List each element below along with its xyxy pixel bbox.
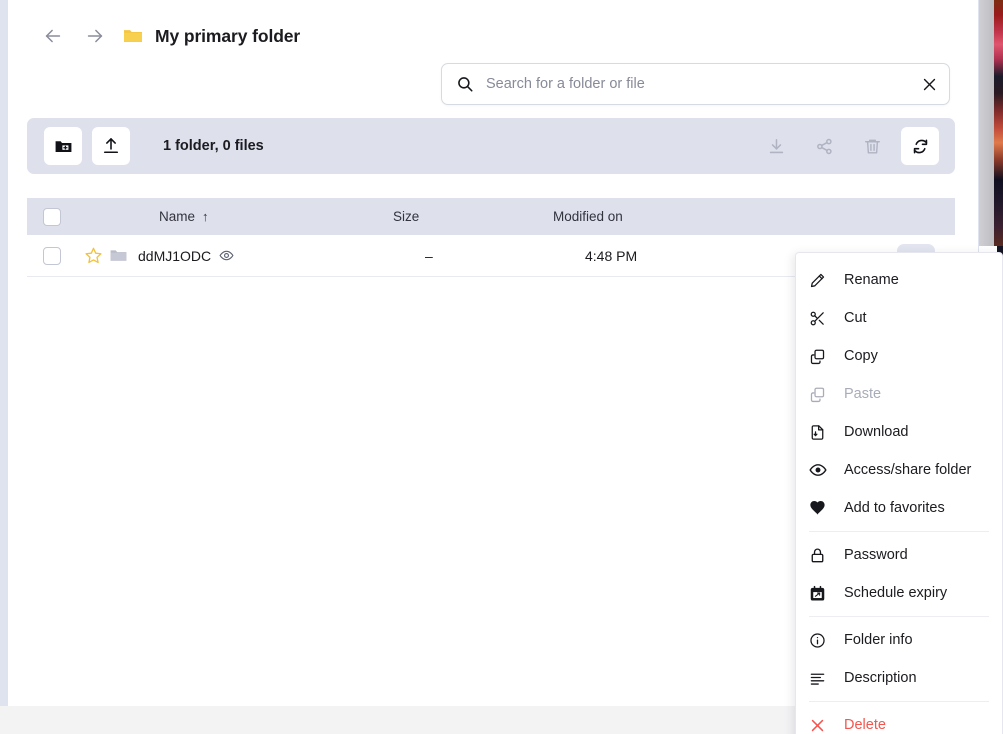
app-root: My primary folder Search for a folder or… [0,0,1003,734]
menu-item-label: Rename [844,272,899,288]
lock-icon [809,547,831,564]
menu-item-rename[interactable]: Rename [796,261,1002,299]
x-icon [809,717,831,734]
column-header-size[interactable]: Size [393,209,553,224]
search-box[interactable] [441,63,950,105]
breadcrumb: My primary folder [32,18,300,54]
menu-item-schedule-expiry[interactable]: Schedule expiry [796,574,1002,612]
menu-item-add-to-favorites[interactable]: Add to favorites [796,489,1002,527]
folder-icon [109,246,128,265]
menu-item-copy[interactable]: Copy [796,337,1002,375]
search-icon [456,75,474,93]
menu-item-label: Copy [844,348,878,364]
shared-eye-icon[interactable] [219,248,234,263]
back-button[interactable] [32,18,74,54]
breadcrumb-folder-icon [122,25,144,47]
heart-icon [809,499,831,517]
scissors-icon [809,310,831,327]
upload-icon [103,138,119,154]
menu-item-label: Folder info [844,632,913,648]
file-download-icon [809,424,831,441]
item-count-label: 1 folder, 0 files [163,138,264,154]
sort-ascending-icon: ↑ [202,209,209,224]
menu-item-label: Cut [844,310,867,326]
menu-item-label: Schedule expiry [844,585,948,601]
desktop-wallpaper-edge [994,0,1003,246]
calendar-icon [809,585,831,602]
row-size-cell: – [425,247,433,264]
menu-separator [809,531,989,532]
context-menu: Rename Cut Copy Paste Download Access/sh… [795,252,1003,734]
toolbar-right-group [757,127,939,165]
menu-item-label: Access/share folder [844,462,972,478]
menu-item-label: Delete [844,717,886,733]
menu-item-delete[interactable]: Delete [796,706,1002,734]
paste-icon [809,386,831,403]
page-title: My primary folder [155,25,301,46]
eye-icon [809,461,831,479]
lines-icon [809,670,831,687]
row-name-label: ddMJ1ODC [138,247,212,264]
row-checkbox[interactable] [43,246,61,265]
menu-item-label: Add to favorites [844,500,945,516]
action-toolbar: 1 folder, 0 files [27,118,955,174]
search-input[interactable] [486,76,909,92]
arrow-left-icon [45,29,61,43]
table-header-row: Name ↑ Size Modified on [27,198,955,235]
refresh-icon [913,139,927,153]
menu-item-password[interactable]: Password [796,536,1002,574]
share-icon [816,138,832,154]
menu-item-download[interactable]: Download [796,413,1002,451]
toolbar-left-group: 1 folder, 0 files [44,127,264,165]
pencil-icon [809,272,831,289]
menu-item-label: Password [844,547,908,563]
menu-item-label: Description [844,670,917,686]
select-all-checkbox[interactable] [43,207,61,226]
upload-button[interactable] [92,127,130,165]
row-name-cell[interactable]: ddMJ1ODC [109,246,425,265]
menu-separator [809,701,989,702]
menu-separator [809,616,989,617]
column-header-name-label: Name [159,209,196,224]
delete-button[interactable] [853,127,891,165]
menu-item-label: Paste [844,386,882,402]
menu-item-label: Download [844,424,909,440]
menu-item-folder-info[interactable]: Folder info [796,621,1002,659]
close-icon [923,78,935,90]
window-right-edge [979,0,994,246]
folder-icon [124,30,142,42]
page-left-gutter [0,0,8,706]
share-button[interactable] [805,127,843,165]
column-header-name[interactable]: Name ↑ [77,209,393,224]
menu-item-paste: Paste [796,375,1002,413]
copy-icon [809,348,831,365]
refresh-button[interactable] [901,127,939,165]
menu-item-description[interactable]: Description [796,659,1002,697]
info-icon [809,632,831,649]
arrow-right-icon [87,29,103,43]
trash-icon [864,139,880,154]
new-folder-button[interactable] [44,127,82,165]
select-all-cell [27,207,77,226]
download-icon [769,138,783,153]
star-icon [84,247,102,264]
menu-item-access-share-folder[interactable]: Access/share folder [796,451,1002,489]
column-header-modified[interactable]: Modified on [553,209,955,224]
forward-button[interactable] [74,18,116,54]
menu-item-cut[interactable]: Cut [796,299,1002,337]
search-clear-button[interactable] [909,64,949,104]
download-button[interactable] [757,127,795,165]
folder-plus-icon [55,140,71,152]
row-select-cell [27,246,77,265]
row-favorite-cell[interactable] [77,246,109,265]
